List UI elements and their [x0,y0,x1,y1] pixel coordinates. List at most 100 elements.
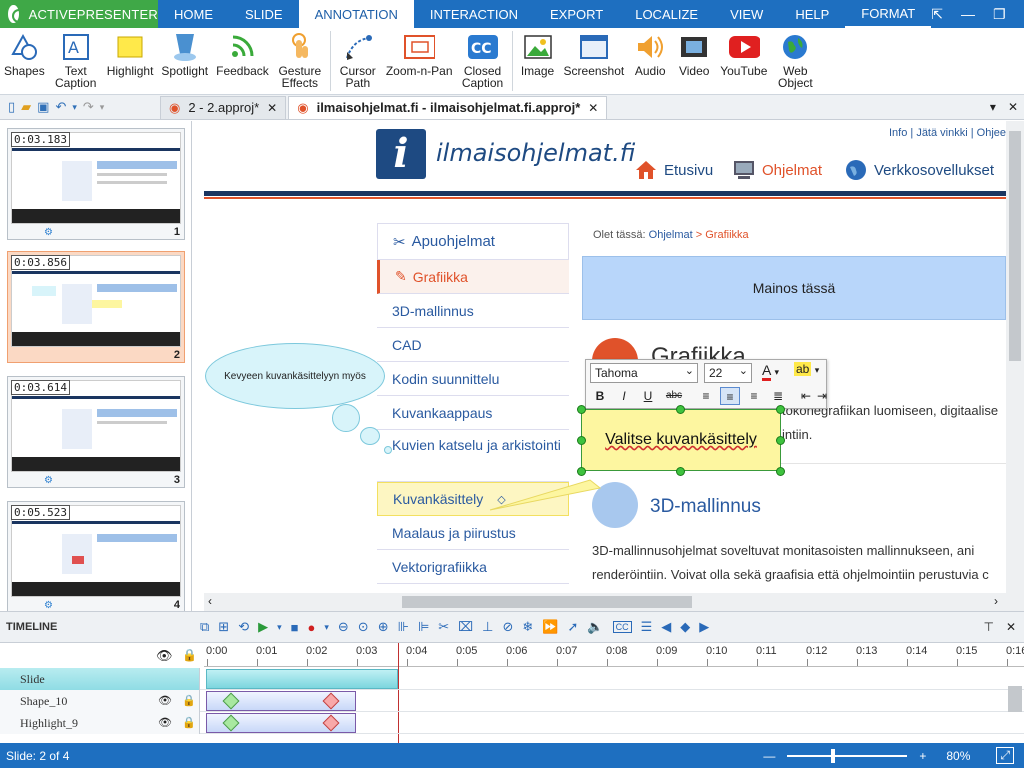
open-folder-icon[interactable]: ▰ [21,99,31,115]
italic-button[interactable]: I [614,387,634,405]
scroll-right-icon[interactable]: › [994,594,998,608]
visibility-eye-icon[interactable]: 👁 [158,716,172,729]
next-keyframe-icon[interactable]: ▶ [699,619,709,635]
resize-handle[interactable] [676,467,685,476]
font-size-select[interactable]: 22 [704,362,752,383]
align-center-icon[interactable]: ≡ [720,387,740,405]
save-icon[interactable]: ▣ [37,99,49,115]
lock-icon[interactable]: 🔒 [182,716,196,729]
canvas-vertical-scrollbar[interactable] [1006,121,1024,593]
fit-window-icon[interactable]: ⤢ [996,747,1014,764]
restore-icon[interactable]: ❐ [993,6,1006,23]
zoom-in-icon[interactable]: ⊕ [378,619,389,635]
new-file-icon[interactable]: ▯ [8,99,15,115]
resize-handle[interactable] [776,467,785,476]
zoom-out-icon[interactable]: ⊖ [338,619,349,635]
resize-handle[interactable] [577,436,586,445]
doc-tab-1-close-icon[interactable]: ✕ [267,101,277,115]
split-icon[interactable]: ⊪ [398,619,409,635]
minimize-icon[interactable]: — [961,6,975,22]
slide-thumbnail[interactable]: 0:05.523 ⚙ 4 [7,501,185,611]
doc-tab-1[interactable]: ◉ 2 - 2.approj* ✕ [160,95,287,119]
cloud-callout[interactable]: Kevyeen kuvankäsittelyyn myös [205,343,385,409]
tab-list-dropdown-icon[interactable]: ▾ [990,100,996,114]
bold-button[interactable]: B [590,387,610,405]
tab-localize[interactable]: LOCALIZE [619,0,714,28]
redo-dropdown-icon[interactable]: ▾ [100,102,105,113]
indent-increase-icon[interactable]: ⇥ [816,387,828,405]
close-document-icon[interactable]: ✕ [1008,100,1018,114]
copy-layout-icon[interactable]: ⧉ [200,619,209,635]
resize-handle[interactable] [577,405,586,414]
strikethrough-button[interactable]: abc [664,387,684,405]
video-button[interactable]: Video [672,31,716,77]
crop-icon[interactable]: ⌧ [458,619,473,635]
slide-duration-bar[interactable] [206,669,398,689]
tab-annotation[interactable]: ANNOTATION [298,0,414,28]
text-caption-button[interactable]: A Text Caption [49,31,103,89]
resize-handle[interactable] [776,405,785,414]
zoom-slider[interactable] [787,748,908,763]
lock-icon[interactable]: 🔒 [182,694,196,707]
redo-icon[interactable]: ↷ [83,99,94,115]
scroll-thumb[interactable] [1009,131,1021,361]
align-icon[interactable]: ⊥ [482,619,493,635]
pin-icon[interactable]: ⊤ [983,620,993,634]
insert-time-icon[interactable]: ⊞ [218,619,229,635]
play-dropdown-icon[interactable]: ▾ [277,622,282,633]
timeline-row-slide[interactable]: Slide [0,668,1024,690]
tab-slide[interactable]: SLIDE [229,0,299,28]
timeline-scroll-thumb[interactable] [1008,686,1022,712]
web-object-button[interactable]: Web Object [771,31,819,89]
highlight-button[interactable]: Highlight [103,31,158,77]
speed-icon[interactable]: ⏩ [542,619,558,635]
feedback-button[interactable]: Feedback [212,31,273,77]
zoom-fit-icon[interactable]: ⊙ [358,619,369,635]
doc-tab-2[interactable]: ◉ ilmaisohjelmat.fi - ilmaisohjelmat.fi.… [288,95,608,119]
slide-thumbnail[interactable]: 0:03.856 2 [7,251,185,363]
ribbon-collapse-icon[interactable]: ⇱ [931,6,943,23]
visibility-eye-icon[interactable]: 👁 [158,694,172,707]
zoom-n-pan-button[interactable]: Zoom-n-Pan [382,31,457,77]
play-icon[interactable]: ▶ [258,619,268,635]
align-left-icon[interactable]: ≡ [696,387,716,405]
timeline-row-highlight[interactable]: Highlight_9 👁 🔒 [0,712,1024,734]
text-caption[interactable]: Valitse kuvankäsittely [581,409,781,471]
scroll-left-icon[interactable]: ‹ [208,594,212,608]
resize-handle[interactable] [577,467,586,476]
font-family-select[interactable]: Tahoma [590,362,698,383]
shapes-button[interactable]: Shapes [0,31,49,77]
volume-icon[interactable]: 🔈 [587,619,603,635]
zoom-in-button[interactable]: + [919,749,926,763]
closed-caption-button[interactable]: CC Closed Caption [457,31,509,89]
loop-icon[interactable]: ⟲ [238,619,249,635]
timeline-ruler[interactable]: 0:00 0:01 0:02 0:03 0:04 0:05 0:06 0:07 0:08 0:09… [204,643,1024,667]
caption-list-icon[interactable]: ☰ [641,619,653,635]
show-all-icon[interactable]: 👁 [156,648,173,664]
tab-view[interactable]: VIEW [714,0,779,28]
slide-thumbnail[interactable]: 0:03.614 ⚙ 3 [7,376,185,488]
youtube-button[interactable]: YouTube [716,31,771,77]
cut-icon[interactable]: ✂ [438,619,449,635]
closed-caption-icon[interactable]: CC [612,621,632,633]
audio-button[interactable]: Audio [628,31,672,77]
resize-handle[interactable] [676,405,685,414]
undo-dropdown-icon[interactable]: ▾ [72,102,77,113]
highlight-color-button[interactable]: ab ▾ [794,362,819,376]
freeze-icon[interactable]: ❄ [522,619,533,635]
close-timeline-icon[interactable]: ✕ [1006,620,1016,634]
lock-all-icon[interactable]: 🔒 [182,648,197,662]
doc-tab-2-close-icon[interactable]: ✕ [588,101,598,115]
justify-icon[interactable]: ≣ [768,387,788,405]
slide-thumbnail[interactable]: 0:03.183 ⚙ 1 [7,128,185,240]
merge-icon[interactable]: ⊫ [418,619,429,635]
record-dropdown-icon[interactable]: ▾ [324,622,329,633]
record-icon[interactable]: ● [308,620,316,635]
canvas-horizontal-scrollbar[interactable]: ‹ › [204,593,1024,611]
tab-format[interactable]: FORMAT [845,0,932,28]
font-color-button[interactable]: A ▾ [762,362,779,381]
zoom-out-button[interactable]: — [763,749,775,763]
indent-decrease-icon[interactable]: ⇤ [796,387,816,405]
delete-range-icon[interactable]: ⊘ [502,619,513,635]
underline-button[interactable]: U [638,387,658,405]
